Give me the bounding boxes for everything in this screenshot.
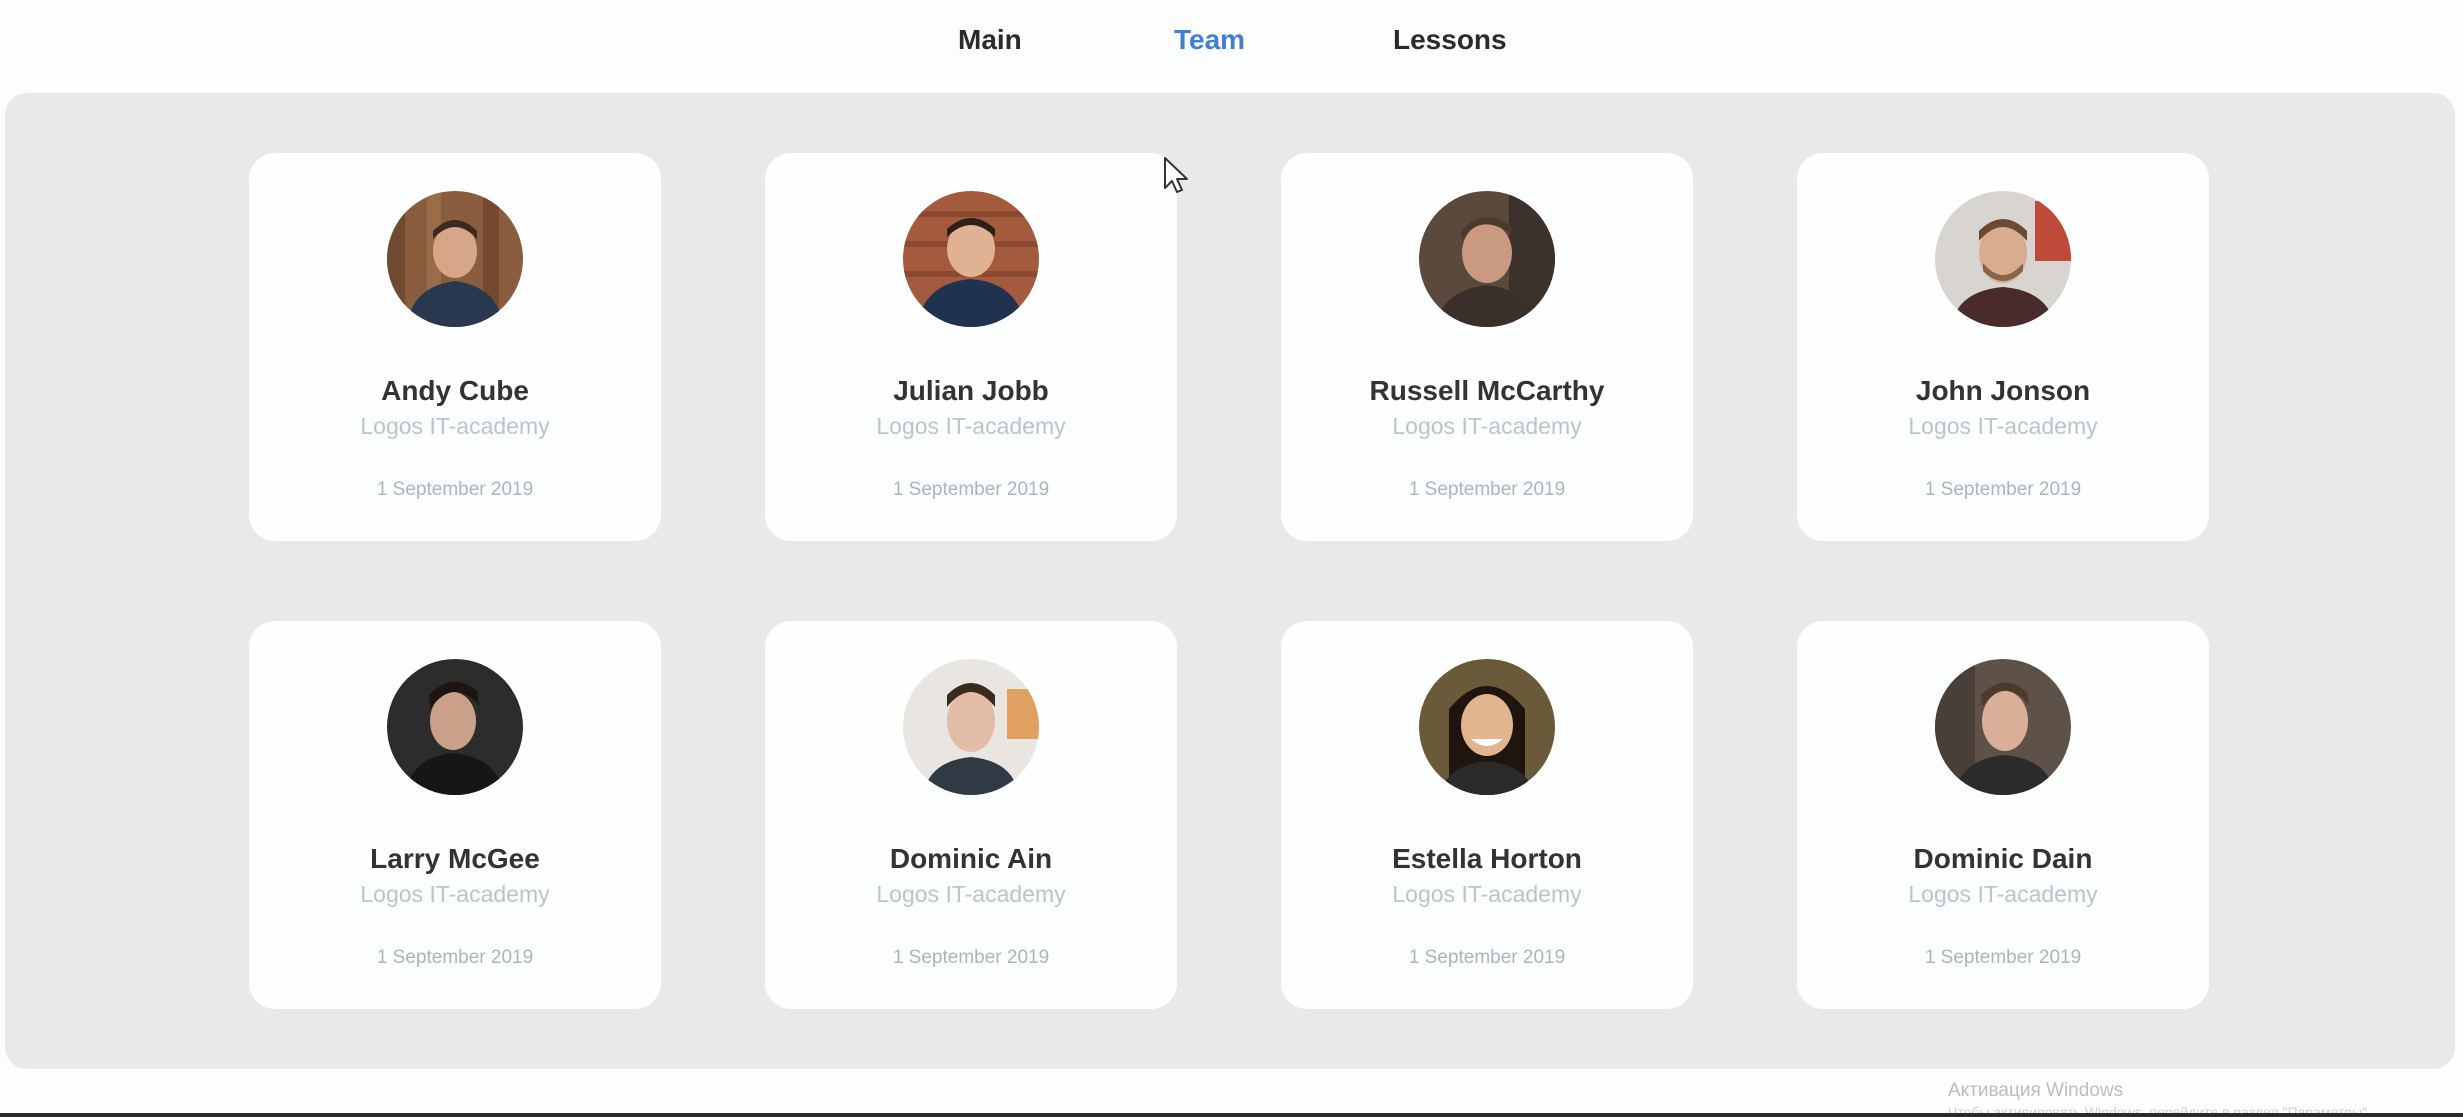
team-card[interactable]: Estella Horton Logos IT-academy 1 Septem… [1281,621,1693,1009]
member-name: Dominic Dain [1913,843,2093,874]
avatar [1419,659,1555,795]
team-panel: Andy Cube Logos IT-academy 1 September 2… [5,93,2455,1069]
top-nav: Main Team Lessons [0,0,2463,90]
member-name: Estella Horton [1392,843,1582,874]
member-name: Larry McGee [370,843,540,874]
team-card[interactable]: Dominic Dain Logos IT-academy 1 Septembe… [1797,621,2209,1009]
member-date: 1 September 2019 [1924,947,2082,968]
member-org: Logos IT-academy [1908,413,2098,439]
member-org: Logos IT-academy [1392,881,1582,907]
member-name: Russell McCarthy [1369,375,1605,406]
member-org: Logos IT-academy [360,413,550,439]
member-date: 1 September 2019 [1408,479,1566,500]
member-name: Julian Jobb [893,375,1049,406]
avatar [903,659,1039,795]
nav-main[interactable]: Main [958,24,1022,56]
windows-activation-title: Активация Windows [1948,1080,2124,1101]
member-name: John Jonson [1915,375,2091,406]
team-card[interactable]: John Jonson Logos IT-academy 1 September… [1797,153,2209,541]
member-date: 1 September 2019 [892,479,1050,500]
member-date: 1 September 2019 [1408,947,1566,968]
team-card[interactable]: Dominic Ain Logos IT-academy 1 September… [765,621,1177,1009]
nav-lessons[interactable]: Lessons [1393,24,1507,56]
mouse-cursor-icon [1163,156,1189,199]
member-name: Andy Cube [381,375,529,406]
avatar [387,191,523,327]
team-card[interactable]: Larry McGee Logos IT-academy 1 September… [249,621,661,1009]
member-org: Logos IT-academy [1908,881,2098,907]
member-date: 1 September 2019 [892,947,1050,968]
avatar [903,191,1039,327]
team-card[interactable]: Julian Jobb Logos IT-academy 1 September… [765,153,1177,541]
nav-team[interactable]: Team [1174,24,1245,56]
member-org: Logos IT-academy [360,881,550,907]
team-card[interactable]: Russell McCarthy Logos IT-academy 1 Sept… [1281,153,1693,541]
member-date: 1 September 2019 [376,947,534,968]
avatar [1935,659,2071,795]
member-date: 1 September 2019 [1924,479,2082,500]
member-org: Logos IT-academy [1392,413,1582,439]
team-card[interactable]: Andy Cube Logos IT-academy 1 September 2… [249,153,661,541]
member-name: Dominic Ain [889,843,1053,874]
avatar [1419,191,1555,327]
avatar [387,659,523,795]
member-org: Logos IT-academy [876,881,1066,907]
member-date: 1 September 2019 [376,479,534,500]
avatar [1935,191,2071,327]
taskbar-edge [0,1113,2463,1117]
member-org: Logos IT-academy [876,413,1066,439]
